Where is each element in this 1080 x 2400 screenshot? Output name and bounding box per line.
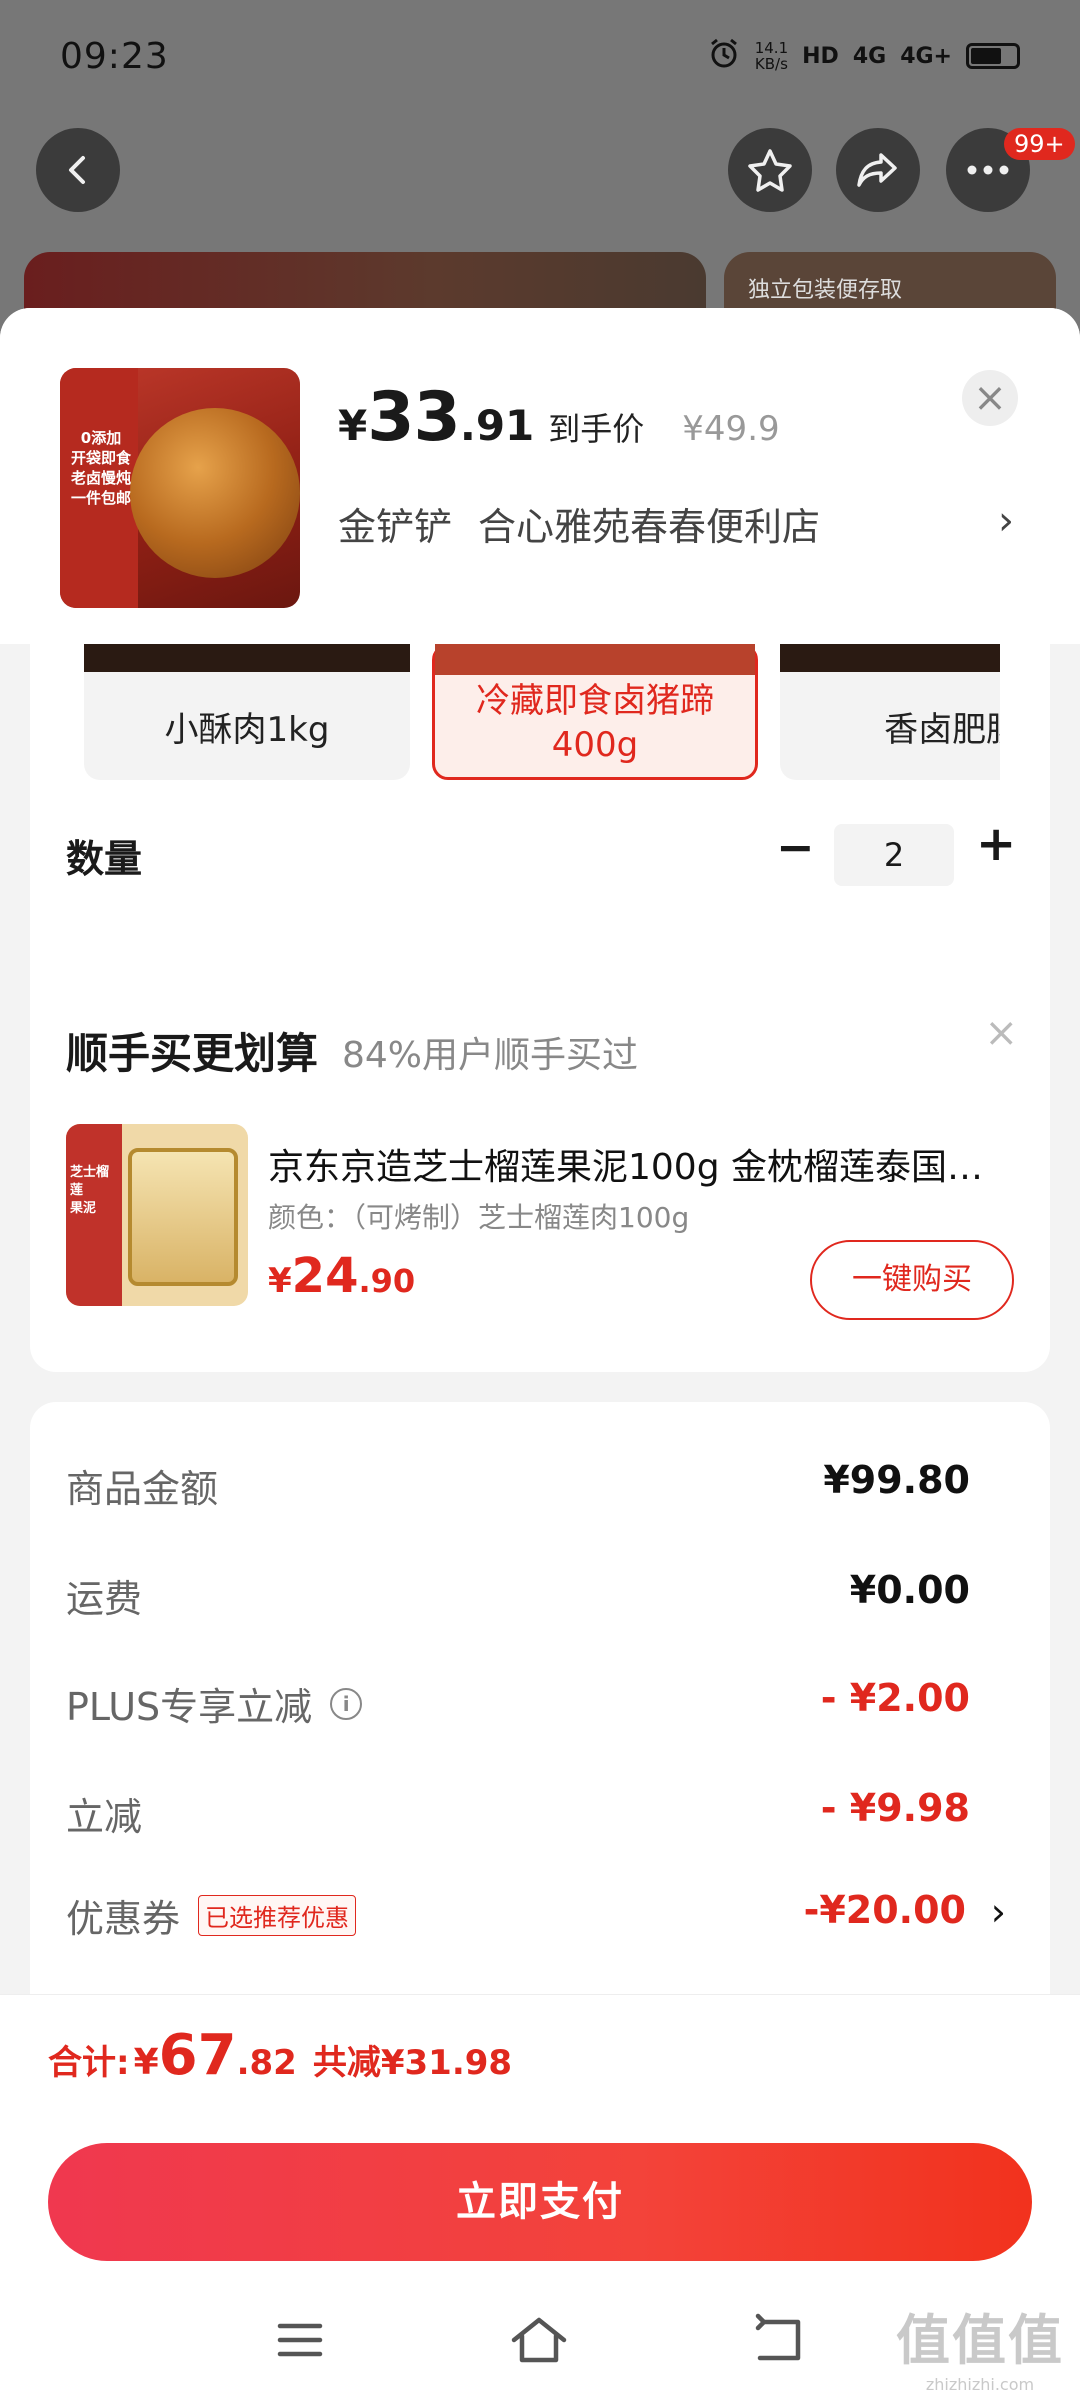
alarm-icon [707,36,741,76]
back-button[interactable] [36,128,120,212]
addon-product-color: 颜色：（可烤制）芝士榴莲肉100g [268,1201,690,1234]
message-badge: 99+ [1004,128,1075,160]
more-icon [967,165,1009,175]
favorite-button[interactable] [728,128,812,212]
summary-label: 运费 [66,1577,143,1621]
status-bar: 09:23 14.1 KB/s HD 4G 4G+ [0,0,1080,120]
product-thumbnail-photo [130,408,300,578]
signal-4g-plus: 4G+ [900,43,952,69]
battery-icon [966,43,1020,69]
product-header: 0添加 开袋即食 老卤慢炖 一件包邮 ¥ 33 .91 到手价 ¥49.9 金铲… [0,308,1080,644]
summary-value: -¥20.00 [803,1888,966,1932]
variant-image [780,644,1000,672]
chevron-right-icon[interactable]: › [998,498,1014,544]
addon-price-currency: ¥ [268,1261,292,1301]
summary-value: ¥0.00 [849,1568,970,1612]
quantity-input[interactable]: 2 [834,824,954,886]
variant-label: 冷藏即食卤猪蹄 400g [476,681,714,765]
status-time: 09:23 [60,36,169,77]
variant-label: 香卤肥肠1 [884,710,1000,750]
summary-row: 商品金额 ¥99.80 [66,1458,1006,1518]
quantity-increase-button[interactable]: + [976,816,1016,872]
variant-option-selected[interactable]: 冷藏即食卤猪蹄 400g [432,644,758,780]
price-row: ¥ 33 .91 到手价 ¥49.9 [338,378,780,457]
back-icon [69,156,85,184]
summary-value: ¥99.80 [823,1458,970,1502]
menu-icon[interactable] [272,2312,328,2372]
addon-product-name[interactable]: 京东京造芝士榴莲果泥100g 金枕榴莲泰国进口 [268,1138,1008,1190]
addon-thumbnail-text: 芝士榴莲 果泥 [70,1165,110,1216]
product-thumbnail: 0添加 开袋即食 老卤慢炖 一件包邮 [60,368,300,608]
price-summary-card: 商品金额 ¥99.80 运费 ¥0.00 PLUS专享立减 i - ¥2.00 … [30,1402,1050,2042]
total-currency: ¥ [133,2042,159,2083]
summary-row: 立减 - ¥9.98 [66,1786,1006,1846]
hd-icon: HD [802,43,839,69]
variant-label: 小酥肉1kg [164,710,330,750]
total-decimal: .82 [236,2043,297,2083]
back-nav-icon[interactable] [750,2312,806,2372]
summary-label-wrap: 优惠券 已选推荐优惠 [66,1888,357,1943]
original-price: ¥49.9 [682,409,780,449]
price-label: 到手价 [548,410,645,448]
info-icon[interactable]: i [330,1687,363,1720]
total-label: 合计: [48,2043,130,2083]
price-integer: 33 [367,378,461,457]
variant-option[interactable]: 小酥肉1kg [84,644,410,780]
addon-card: 顺手买更划算 84%用户顺手买过 × 芝士榴莲 果泥 京东京造芝士榴莲果泥100… [30,974,1050,1372]
total-integer: 67 [158,2023,237,2088]
summary-label: 优惠券 [66,1897,181,1941]
share-button[interactable] [836,128,920,212]
variant-list[interactable]: 小酥肉1kg 冷藏即食卤猪蹄 400g 香卤肥肠1 [54,644,1000,794]
total-row: 合计: ¥ 67 .82 共减¥31.98 [48,2023,512,2088]
addon-subtitle: 84%用户顺手买过 [342,1035,639,1076]
background-side-card-text: 独立包装便存取 [748,278,903,303]
price-decimal: .91 [459,401,535,450]
addon-price-decimal: .90 [358,1262,416,1300]
variant-image [84,644,410,672]
close-icon[interactable]: × [962,370,1018,426]
net-speed-unit: KB/s [754,55,788,73]
price-currency: ¥ [338,401,368,450]
home-icon[interactable] [508,2312,570,2372]
coupon-row[interactable]: 优惠券 已选推荐优惠 -¥20.00 › [66,1888,1006,1948]
watermark: 值值值 zhizhizhi.com [896,2296,1064,2394]
quantity-decrease-button[interactable]: − [776,820,815,874]
summary-label: PLUS专享立减 [66,1685,313,1729]
addon-thumbnail-photo [128,1148,238,1286]
total-saved: 共减¥31.98 [312,2043,513,2083]
summary-label: 商品金额 [66,1467,219,1511]
summary-row: PLUS专享立减 i - ¥2.00 [66,1676,1006,1736]
summary-value: - ¥2.00 [820,1676,970,1720]
variant-option[interactable]: 香卤肥肠1 [780,644,1000,780]
pay-now-button[interactable]: 立即支付 [48,2143,1032,2261]
addon-price-integer: 24 [291,1248,359,1304]
variant-image [435,644,755,675]
brand-name: 金铲铲 [338,505,453,549]
status-icons: 14.1 KB/s HD 4G 4G+ [707,36,1020,76]
chevron-right-icon[interactable]: › [991,1890,1006,1934]
product-thumbnail-text: 0添加 开袋即食 老卤慢炖 一件包邮 [70,429,131,507]
addon-title: 顺手买更划算 [66,1029,319,1078]
watermark-url: zhizhizhi.com [925,2375,1035,2394]
summary-label: 立减 [66,1795,143,1839]
watermark-logo: 值值值 [896,2309,1064,2372]
summary-row: 运费 ¥0.00 [66,1568,1006,1628]
shop-row[interactable]: 金铲铲 合心雅苑春春便利店 [338,496,820,551]
shop-name: 合心雅苑春春便利店 [478,505,821,549]
net-speed: 14.1 KB/s [755,40,788,72]
favorite-icon [748,149,792,192]
one-click-buy-button[interactable]: 一键购买 [810,1240,1014,1320]
share-icon [857,153,897,187]
addon-thumbnail[interactable]: 芝士榴莲 果泥 [66,1124,248,1306]
coupon-tag: 已选推荐优惠 [198,1895,357,1936]
summary-value: - ¥9.98 [820,1786,970,1830]
summary-label-wrap: PLUS专享立减 i [66,1676,363,1731]
signal-4g: 4G [852,43,887,69]
close-icon[interactable]: × [984,1010,1018,1056]
quantity-label: 数量 [66,837,143,881]
addon-price: ¥ 24 .90 [268,1248,415,1304]
